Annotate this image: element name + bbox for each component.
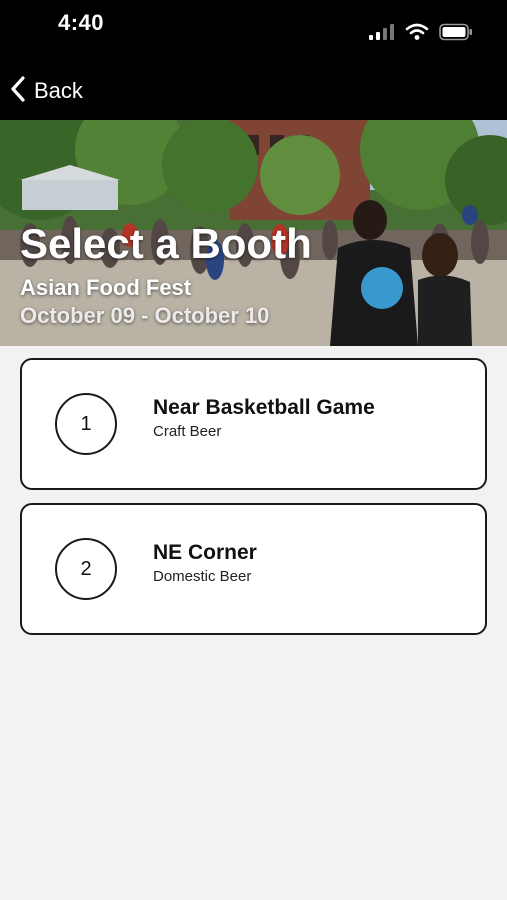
status-icons (369, 23, 473, 46)
back-label: Back (34, 78, 83, 103)
booth-description: Craft Beer (153, 423, 222, 440)
hero-text-block: Select a Booth Asian Food Fest October 0… (20, 220, 312, 330)
booth-list: 1 Near Basketball Game Craft Beer 2 NE C… (20, 358, 487, 648)
cellular-signal-icon (369, 23, 395, 45)
back-button[interactable]: Back (10, 74, 83, 108)
booth-card-2[interactable]: 2 NE Corner Domestic Beer (20, 503, 487, 635)
top-bar: 4:40 Back (0, 0, 507, 120)
booth-card-1[interactable]: 1 Near Basketball Game Craft Beer (20, 358, 487, 490)
battery-icon (439, 23, 473, 46)
booth-name: Near Basketball Game (153, 396, 375, 419)
booth-number-badge: 1 (55, 393, 117, 455)
hero-banner: Select a Booth Asian Food Fest October 0… (0, 120, 507, 346)
chevron-left-icon (10, 75, 26, 107)
booth-description: Domestic Beer (153, 568, 252, 585)
status-time: 4:40 (58, 10, 105, 35)
event-name: Asian Food Fest (20, 275, 192, 300)
booth-selection-screen: 4:40 Back Select a Booth Asian Food Fest… (0, 0, 507, 900)
page-title: Select a Booth (20, 220, 312, 267)
wifi-icon (405, 23, 429, 46)
booth-number-badge: 2 (55, 538, 117, 600)
event-dates: October 09 - October 10 (20, 303, 270, 328)
booth-name: NE Corner (153, 541, 257, 564)
